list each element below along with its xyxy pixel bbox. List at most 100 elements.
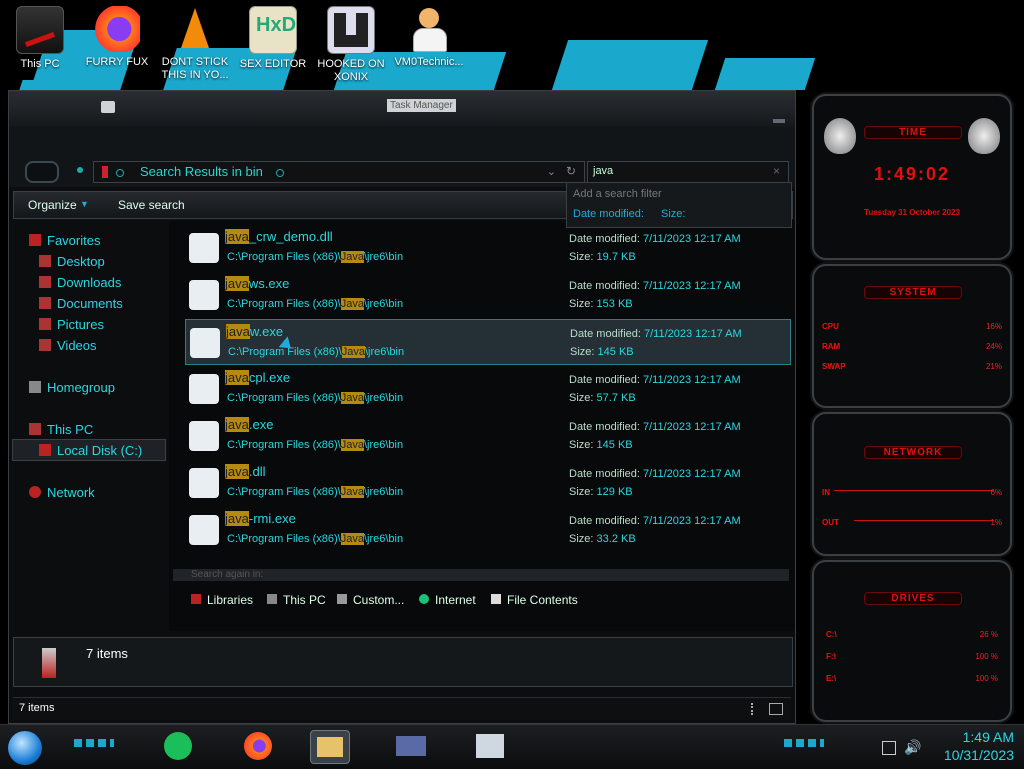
file-name: java.dll [225,464,266,479]
search-again-libraries[interactable]: Libraries [191,593,253,607]
taskbar-task-manager[interactable] [472,730,510,762]
forward-dot-icon[interactable] [77,167,83,173]
file-row[interactable]: java_crw_demo.dll C:\Program Files (x86)… [185,225,789,269]
ram-value: 24% [985,342,1002,351]
chevron-down-icon[interactable]: ⌄ [547,165,556,178]
desktop-icon-this-pc[interactable]: This PC [1,6,79,71]
java-file-icon [189,374,219,404]
back-forward-orb-icon[interactable] [25,161,59,183]
nav-desktop[interactable]: Desktop [39,254,105,269]
refresh-icon[interactable]: ↻ [566,164,576,178]
file-row[interactable]: java-rmi.exe C:\Program Files (x86)\Java… [185,507,789,551]
taskbar-deco-left [74,739,114,747]
search-again-file-contents[interactable]: File Contents [491,593,578,607]
file-path: C:\Program Files (x86)\Java\jre6\bin [227,439,404,451]
document-icon [491,594,501,604]
close-button[interactable] [773,119,785,123]
start-orb-button[interactable] [8,731,42,765]
nav-network[interactable]: Network [29,485,95,500]
hxd-icon: HxD [249,6,297,54]
desktop-icon [39,255,51,267]
desktop-icon-sex-editor[interactable]: HxD SEX EDITOR [234,6,312,71]
nav-homegroup[interactable]: Homegroup [29,380,115,395]
file-row[interactable]: javacpl.exe C:\Program Files (x86)\Java\… [185,366,789,410]
taskbar-notes-app[interactable] [160,730,198,762]
search-again-custom[interactable]: Custom... [337,593,404,607]
file-path: C:\Program Files (x86)\Java\jre6\bin [227,392,404,404]
nav-documents[interactable]: Documents [39,296,123,311]
drive-f-value: 100 % [975,652,998,661]
nav-local-disk[interactable]: Local Disk (C:) [39,443,142,458]
nav-favorites[interactable]: Favorites [29,233,100,248]
dll-file-icon [189,233,219,263]
java-file-icon [189,421,219,451]
organize-dropdown-icon[interactable]: ▼ [80,199,89,209]
save-search-button[interactable]: Save search [118,198,185,212]
taskbar: 🔊 1:49 AM 10/31/2023 [0,724,1024,769]
network-gadget-title: NETWORK [864,446,962,459]
search-again-internet[interactable]: Internet [419,593,476,607]
navigation-pane: Favorites Desktop Downloads Documents Pi… [9,221,169,631]
taskbar-firefox[interactable] [240,730,278,762]
file-row[interactable]: java.dll C:\Program Files (x86)\Java\jre… [185,460,789,504]
search-box[interactable]: java × [587,161,789,183]
desktop-icon-hooked-on-xonix[interactable]: HOOKED ON XONIX [312,6,390,84]
file-date: Date modified: 7/11/2023 12:17 AM [570,328,742,340]
file-row-selected[interactable]: javaw.exe C:\Program Files (x86)\Java\jr… [185,319,791,365]
clear-search-icon[interactable]: × [773,164,780,178]
desktop-icon-furry-fux[interactable]: FURRY FUX [78,6,156,69]
nav-pictures[interactable]: Pictures [39,317,104,332]
nav-downloads[interactable]: Downloads [39,275,121,290]
window-titlebar[interactable]: Task Manager [9,91,795,128]
file-size: Size: 129 KB [569,486,633,498]
desktop-icon-vm0technic[interactable]: VM0Technic... [390,6,468,69]
history-dot-icon [276,169,284,177]
file-row[interactable]: javaws.exe C:\Program Files (x86)\Java\j… [185,272,789,316]
organize-button[interactable]: Organize [28,198,77,212]
gadget-clock: 1:49:02 [873,164,951,184]
folder-icon [102,166,108,178]
file-row[interactable]: java.exe C:\Program Files (x86)\Java\jre… [185,413,789,457]
java-file-icon [189,280,219,310]
taskbar-date[interactable]: 10/31/2023 [944,747,1014,763]
window-app-icon [396,736,426,756]
file-path: C:\Program Files (x86)\Java\jre6\bin [227,298,404,310]
filter-size[interactable]: Size: [661,208,685,220]
filter-date-modified[interactable]: Date modified: [573,208,644,220]
internet-icon [419,594,429,604]
search-again-this-pc[interactable]: This PC [267,593,326,607]
file-path: C:\Program Files (x86)\Java\jre6\bin [227,251,404,263]
videos-icon [39,339,51,351]
drives-gadget: DRIVES C:\ 26 % F:\ 100 % E:\ 100 % [812,560,1012,722]
drives-gadget-title: DRIVES [864,592,962,605]
search-filter-dropdown: Add a search filter Date modified: Size: [566,182,792,228]
time-gadget-title: TIME [864,126,962,139]
taskbar-file-explorer[interactable] [310,730,350,764]
details-view-icon[interactable] [751,703,763,715]
network-tray-icon[interactable] [882,741,896,755]
libraries-icon [191,594,201,604]
tiles-view-icon[interactable] [769,703,783,715]
desktop-icon-dont-stick[interactable]: DONT STICK THIS IN YO... [156,6,234,82]
file-size: Size: 153 KB [569,298,633,310]
taskbar-control-panel[interactable] [392,730,430,762]
chevron-dot-icon [116,169,124,177]
file-size: Size: 33.2 KB [569,533,636,545]
status-item-count: 7 items [19,702,55,714]
taskbar-deco-right [784,739,824,747]
system-gadget-title: SYSTEM [864,286,962,299]
file-name: javaws.exe [225,276,290,291]
nav-this-pc[interactable]: This PC [29,422,93,437]
search-input[interactable]: java [593,165,613,177]
nav-videos[interactable]: Videos [39,338,97,353]
address-bar[interactable]: Search Results in bin ⌄ ↻ [93,161,585,183]
taskbar-time[interactable]: 1:49 AM [963,729,1014,745]
folder-icon [337,594,347,604]
file-name: java-rmi.exe [225,511,296,526]
drive-icon [39,444,51,456]
firefox-icon [94,6,140,52]
drive-e-label: E:\ [826,674,837,683]
volume-tray-icon[interactable]: 🔊 [904,739,921,756]
network-graph [854,510,994,521]
status-bar: 7 items [13,697,791,720]
